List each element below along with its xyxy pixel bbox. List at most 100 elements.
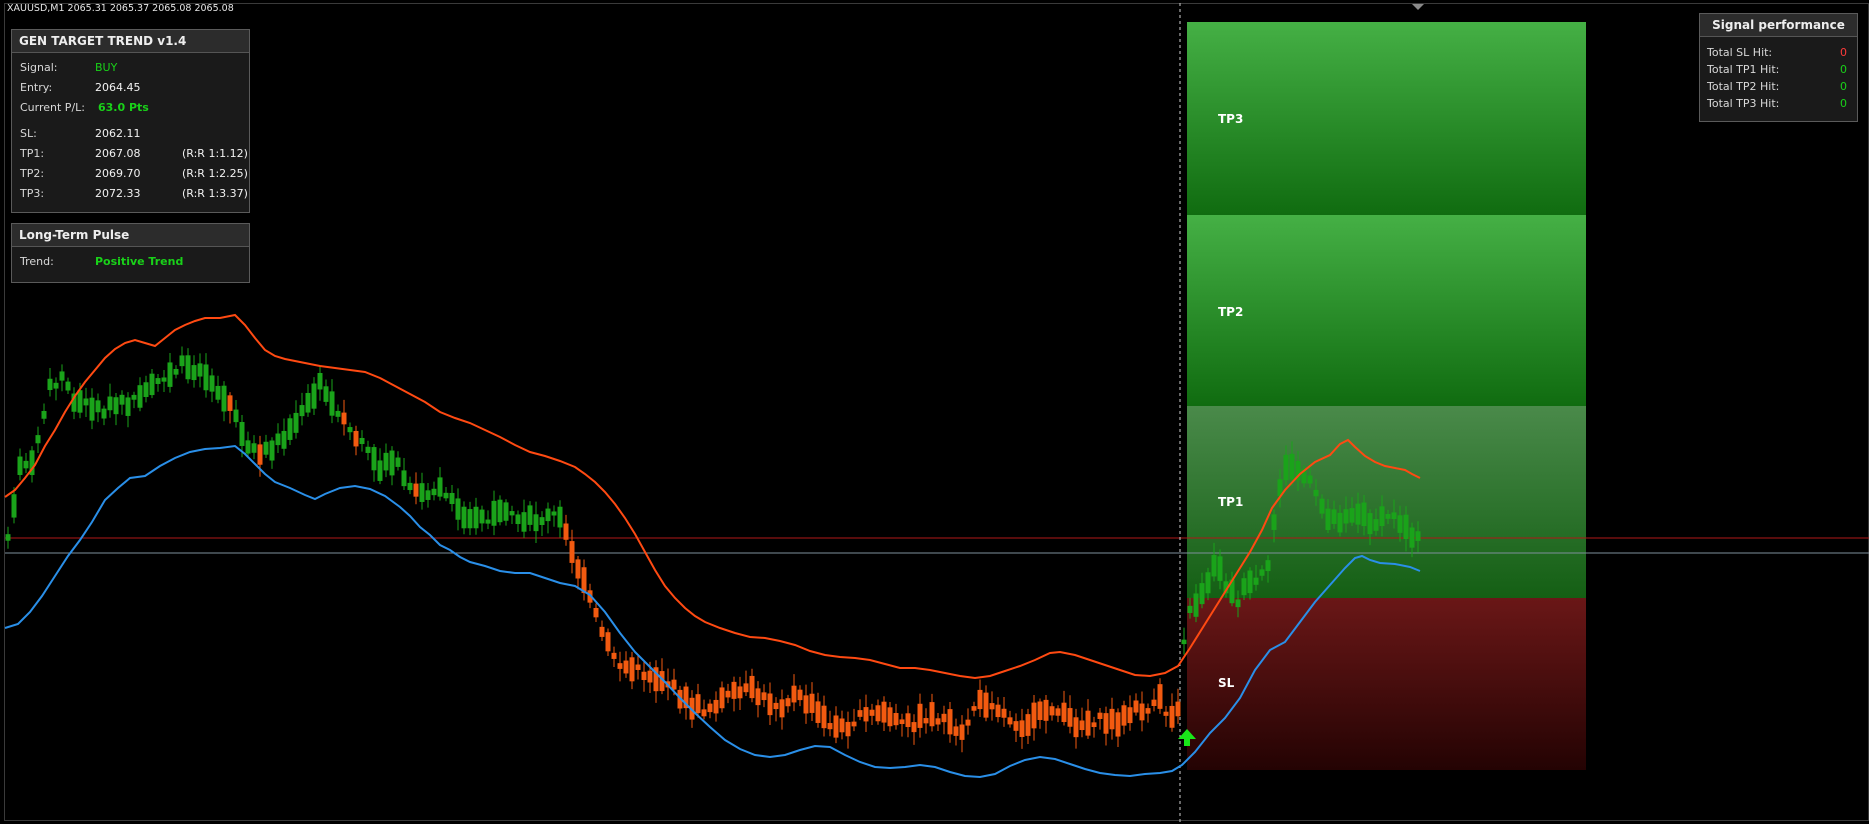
candle-body: [359, 437, 365, 445]
tp1-value: 2067.08: [95, 147, 141, 160]
tp3-hit-label: Total TP3 Hit:: [1707, 97, 1780, 110]
candle-body: [719, 687, 725, 709]
candle-body: [353, 430, 359, 447]
candle-body: [869, 709, 875, 716]
candle-body: [1217, 556, 1223, 581]
candle-body: [725, 690, 731, 698]
candle-body: [1199, 583, 1205, 605]
candle-body: [1073, 717, 1079, 738]
candle-body: [263, 441, 269, 455]
candle-body: [1181, 639, 1187, 645]
candle-body: [893, 713, 899, 726]
candle-body: [95, 400, 101, 413]
candle-body: [149, 373, 155, 396]
candle-body: [563, 523, 569, 540]
candle-body: [611, 652, 617, 659]
candle-body: [131, 394, 137, 400]
candle-body: [1013, 721, 1019, 731]
candle-body: [551, 511, 557, 516]
candle-body: [1109, 708, 1115, 730]
candle-body: [557, 506, 563, 528]
candle-body: [143, 382, 149, 398]
candle-body: [59, 371, 65, 381]
candle-body: [401, 470, 407, 487]
candle-body: [17, 456, 23, 475]
candle-body: [323, 386, 329, 402]
signal-panel-title: GEN TARGET TREND v1.4: [12, 30, 249, 53]
candle-body: [65, 381, 71, 391]
candle-body: [989, 703, 995, 710]
candle-body: [269, 440, 275, 461]
price-chart[interactable]: [0, 0, 1869, 824]
candle-body: [1391, 512, 1397, 520]
candle-body: [617, 663, 623, 669]
candle-body: [407, 482, 413, 491]
pl-value: 63.0 Pts: [98, 101, 149, 114]
candle-body: [923, 718, 929, 724]
tp2-label: TP2:: [20, 167, 45, 180]
candle-body: [905, 713, 911, 728]
candle-body: [785, 698, 791, 707]
candle-body: [389, 450, 395, 476]
candle-body: [815, 701, 821, 723]
candle-body: [773, 702, 779, 710]
pulse-panel-title: Long-Term Pulse: [12, 224, 249, 247]
candle-body: [1259, 569, 1265, 576]
tp2-rr: (R:R 1:2.25): [182, 167, 248, 180]
candle-body: [305, 392, 311, 413]
candle-body: [977, 689, 983, 710]
entry-value: 2064.45: [95, 81, 141, 94]
candle-body: [797, 689, 803, 701]
candle-body: [1061, 702, 1067, 723]
candle-body: [371, 447, 377, 471]
performance-panel: Signal performance Total SL Hit: 0 Total…: [1699, 13, 1858, 122]
candle-body: [107, 396, 113, 411]
candle-body: [1175, 701, 1181, 717]
candle-body: [533, 514, 539, 532]
tp3-zone: [1187, 22, 1586, 215]
candle-body: [737, 686, 743, 699]
candle-body: [41, 410, 47, 419]
candle-body: [1403, 514, 1409, 540]
candle-body: [1367, 513, 1373, 535]
candle-body: [1163, 711, 1169, 716]
tp3-rr: (R:R 1:3.37): [182, 187, 248, 200]
candle-body: [437, 477, 443, 497]
candle-body: [599, 626, 605, 637]
candle-body: [1313, 489, 1319, 497]
candle-body: [1085, 710, 1091, 736]
candle-body: [1379, 506, 1385, 527]
candle-body: [1283, 454, 1289, 481]
candle-body: [431, 488, 437, 496]
candle-body: [275, 433, 281, 446]
candle-body: [377, 460, 383, 481]
candle-body: [1139, 703, 1145, 721]
candle-body: [527, 505, 533, 525]
tp1-rr: (R:R 1:1.12): [182, 147, 248, 160]
tp3-hit-value: 0: [1840, 97, 1847, 110]
candle-body: [77, 390, 83, 413]
candle-body: [1031, 702, 1037, 729]
candle-body: [239, 422, 245, 446]
candle-body: [1415, 531, 1421, 541]
candle-body: [161, 377, 167, 382]
candle-body: [1001, 708, 1007, 718]
candle-body: [623, 660, 629, 674]
candle-body: [1037, 701, 1043, 720]
tp1-zone: [1187, 406, 1586, 598]
candle-body: [605, 632, 611, 652]
candle-body: [137, 385, 143, 408]
candle-body: [743, 683, 749, 693]
candle-body: [647, 670, 653, 683]
candle-body: [1319, 498, 1325, 514]
candle-body: [971, 706, 977, 711]
pulse-panel: Long-Term Pulse Trend: Positive Trend: [11, 223, 250, 283]
candle-body: [1145, 708, 1151, 714]
candle-body: [1361, 502, 1367, 527]
candle-body: [1133, 700, 1139, 713]
candle-body: [227, 395, 233, 411]
candle-body: [167, 362, 173, 387]
candle-body: [713, 699, 719, 714]
candle-body: [5, 534, 11, 541]
trend-value: Positive Trend: [95, 255, 184, 268]
